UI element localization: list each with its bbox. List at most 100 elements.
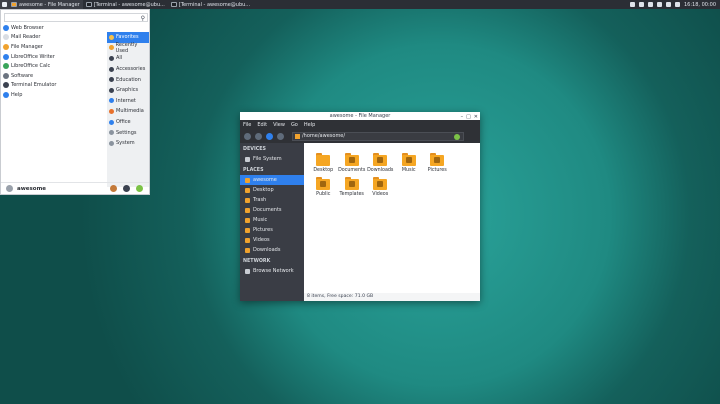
maximize-icon[interactable]: □ [466, 113, 471, 121]
sidebar-item[interactable]: Desktop [240, 185, 304, 195]
menu-app-label: LibreOffice Calc [11, 63, 51, 70]
folder-item[interactable]: Desktop [309, 153, 338, 173]
status-bar: 8 items, Free space: 71.0 GB [304, 293, 480, 301]
task-button[interactable]: [Terminal - awesome@ubu... [83, 0, 168, 9]
folder-label: Pictures [427, 168, 447, 173]
network-icon [245, 268, 250, 274]
menu-category[interactable]: Graphics [107, 85, 149, 96]
menu-app-label: Software [11, 72, 34, 79]
sidebar-item[interactable]: awesome [240, 175, 304, 185]
software-icon [3, 72, 9, 79]
location-bar[interactable]: /home/awesome/ [292, 131, 464, 141]
menu-category[interactable]: Education [107, 74, 149, 85]
menu-category-label: Education [116, 76, 141, 83]
accessories-icon [109, 66, 114, 72]
menu-category-label: Accessories [116, 66, 146, 73]
settings-icon[interactable] [110, 185, 117, 192]
sidebar-item[interactable]: File System [240, 154, 304, 164]
sidebar-item[interactable]: Music [240, 215, 304, 225]
folder-pictures-icon [430, 153, 445, 166]
up-icon[interactable] [266, 132, 273, 140]
home-button-icon[interactable] [277, 132, 284, 140]
menu-category[interactable]: Accessories [107, 64, 149, 75]
folder-item[interactable]: Public [309, 177, 338, 197]
lock-icon[interactable] [123, 185, 130, 192]
folder-item[interactable]: Pictures [423, 153, 452, 173]
applications-menu-button[interactable] [0, 0, 8, 9]
display-icon[interactable] [657, 2, 662, 7]
folder-item[interactable]: Templates [338, 177, 367, 197]
menu-app-item[interactable]: Software [3, 71, 103, 81]
folder-emblem [434, 157, 441, 163]
clock[interactable]: 16:18, 00:00 [684, 2, 716, 8]
menu-app-item[interactable]: Web Browser [3, 23, 103, 33]
close-icon[interactable]: ✕ [474, 113, 478, 121]
folder-item[interactable]: Documents [338, 153, 367, 173]
trash-icon [245, 197, 250, 203]
help-icon [3, 91, 9, 98]
toolbar: /home/awesome/ [240, 129, 480, 143]
menu-app-item[interactable]: LibreOffice Writer [3, 52, 103, 62]
menu-view[interactable]: View [273, 122, 285, 128]
user-name: awesome [17, 185, 47, 192]
clock-icon [109, 45, 114, 51]
sidebar-item-label: Downloads [253, 247, 281, 253]
menu-category-label: All [116, 55, 123, 62]
sidebar-item[interactable]: Downloads [240, 245, 304, 255]
minimize-icon[interactable]: – [461, 113, 464, 121]
search-input[interactable]: ⚲ [4, 13, 148, 22]
menu-app-label: Terminal Emulator [11, 82, 57, 89]
window-title[interactable]: awesome - File Manager – □ ✕ [240, 112, 480, 120]
network-icon[interactable] [648, 2, 653, 7]
sidebar-item[interactable]: Pictures [240, 225, 304, 235]
folder-public-icon [316, 177, 331, 190]
menu-category[interactable]: System [107, 138, 149, 149]
menu-edit[interactable]: Edit [257, 122, 267, 128]
volume-icon[interactable] [666, 2, 671, 7]
menu-file[interactable]: File [243, 122, 251, 128]
sidebar-item-label: File System [253, 156, 282, 162]
folder-item[interactable]: Music [395, 153, 424, 173]
menu-app-item[interactable]: LibreOffice Calc [3, 61, 103, 71]
sidebar-item[interactable]: Trash [240, 195, 304, 205]
menu-app-item[interactable]: File Manager [3, 42, 103, 52]
internet-icon [109, 98, 114, 104]
sidebar-item[interactable]: Browse Network [240, 266, 304, 276]
user-bar: awesome [1, 182, 149, 194]
task-button[interactable]: awesome - File Manager [8, 0, 83, 9]
sidebar-item[interactable]: Documents [240, 205, 304, 215]
menu-go[interactable]: Go [291, 122, 298, 128]
sidebar-item-label: Browse Network [253, 268, 294, 274]
education-icon [109, 77, 114, 83]
file-view[interactable]: Desktop Documents Downloads Music Pictures Pu… [304, 143, 480, 293]
sidebar-item[interactable]: Videos [240, 235, 304, 245]
menu-category[interactable]: Internet [107, 96, 149, 107]
menu-help[interactable]: Help [304, 122, 315, 128]
menu-app-item[interactable]: Help [3, 90, 103, 100]
bluetooth-icon[interactable] [639, 2, 644, 7]
power-icon[interactable] [675, 2, 680, 7]
menu-category[interactable]: Office [107, 117, 149, 128]
bell-icon[interactable] [630, 2, 635, 7]
office-icon [109, 119, 114, 125]
menu-app-item[interactable]: Terminal Emulator [3, 81, 103, 91]
sidebar-item-label: Desktop [253, 187, 274, 193]
search-icon: ⚲ [140, 15, 145, 22]
menu-category[interactable]: Multimedia [107, 106, 149, 117]
folder-item[interactable]: Videos [366, 177, 395, 197]
folder-item[interactable]: Downloads [366, 153, 395, 173]
go-icon[interactable] [454, 133, 460, 140]
favorites-list: Web Browser Mail Reader File Manager LibreO… [3, 23, 103, 100]
task-button[interactable]: [Terminal - awesome@ubu... [168, 0, 253, 9]
menu-category[interactable]: Recently Used [107, 42, 149, 54]
multimedia-icon [109, 108, 114, 114]
forward-icon[interactable] [255, 132, 262, 140]
menu-category[interactable]: All [107, 53, 149, 64]
menu-app-item[interactable]: Mail Reader [3, 33, 103, 43]
back-icon[interactable] [244, 132, 251, 140]
logout-icon[interactable] [136, 185, 143, 192]
menu-app-label: File Manager [11, 43, 43, 50]
menu-category[interactable]: Settings [107, 127, 149, 138]
task-label: [Terminal - awesome@ubu... [93, 1, 165, 8]
downloads-icon [245, 247, 250, 253]
